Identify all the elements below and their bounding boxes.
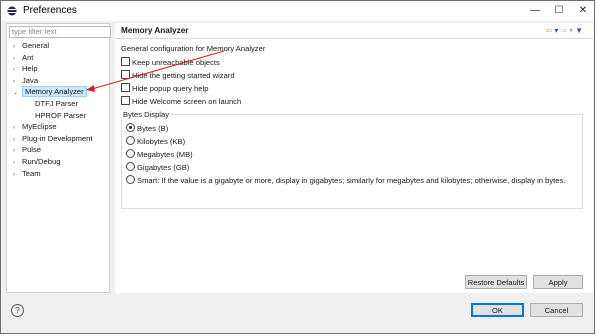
checkbox-label: Hide Welcome screen on launch <box>132 97 242 106</box>
radio-label: Smart: If the value is a gigabyte or mor… <box>137 176 566 185</box>
checkbox-label: Keep unreachable objects <box>132 58 220 67</box>
preference-tree-panel: type filter text › General › Ant › Help › Java ⌄… <box>6 23 111 293</box>
help-icon[interactable]: ? <box>11 304 24 317</box>
tree-item-run-debug[interactable]: › Run/Debug <box>13 156 60 167</box>
radio-option[interactable]: Bytes (B) <box>126 123 168 134</box>
ok-button[interactable]: OK <box>471 303 524 317</box>
window-title: Preferences <box>23 5 77 16</box>
page-navigation: ⇦▾⇨▾▼ <box>546 26 585 35</box>
tree-item-label: HPROF Parser <box>35 110 87 120</box>
tree-item-label: DTFJ Parser <box>35 99 79 108</box>
close-button[interactable]: ✕ <box>571 1 595 21</box>
page-title: Memory Analyzer <box>121 26 189 35</box>
cancel-button[interactable]: Cancel <box>530 303 583 317</box>
apply-button[interactable]: Apply <box>533 275 583 289</box>
tree-item-label: Memory Analyzer <box>22 86 87 98</box>
tree-item-general[interactable]: › General <box>13 40 49 51</box>
radio-option[interactable]: Gigabytes (GB) <box>126 162 189 173</box>
radio-button[interactable] <box>126 123 135 132</box>
expanded-chevron-icon[interactable]: ⌄ <box>13 88 22 99</box>
tree-item-plug-in-development[interactable]: › Plug-in Development <box>13 133 93 144</box>
page-description: General configuration for Memory Analyze… <box>121 44 266 53</box>
tree-item-label: Help <box>22 64 38 74</box>
filter-input[interactable]: type filter text <box>9 26 111 38</box>
radio-option[interactable]: Smart: If the value is a gigabyte or mor… <box>126 175 565 186</box>
tree-item-memory-analyzer[interactable]: ⌄ Memory Analyzer <box>13 86 87 99</box>
checkbox-option[interactable]: Hide Welcome screen on launch <box>121 96 241 106</box>
tree-item-label: Team <box>22 168 41 178</box>
tree-item-ant[interactable]: › Ant <box>13 52 33 63</box>
checkbox-box[interactable] <box>121 70 130 79</box>
title-bar[interactable]: Preferences — ☐ ✕ <box>1 1 594 21</box>
tree-item-pulse[interactable]: › Pulse <box>13 144 41 155</box>
tree-item-label: Ant <box>22 52 34 62</box>
checkbox-box[interactable] <box>121 83 130 92</box>
tree-item-dtfj-parser[interactable]: DTFJ Parser <box>35 98 78 109</box>
preferences-window: Preferences — ☐ ✕ type filter text › Gene… <box>0 0 595 334</box>
header-separator <box>115 38 593 39</box>
tree-item-label: Pulse <box>22 145 41 155</box>
radio-button[interactable] <box>126 149 135 158</box>
preference-page: Memory Analyzer ⇦▾⇨▾▼ General configurat… <box>115 23 593 293</box>
restore-defaults-button[interactable]: Restore Defaults <box>465 275 527 289</box>
tree-item-label: General <box>22 41 50 50</box>
maximize-button[interactable]: ☐ <box>547 1 571 21</box>
collapsed-chevron-icon[interactable]: › <box>13 170 22 181</box>
radio-label: Bytes (B) <box>137 124 169 133</box>
eclipse-app-icon <box>7 6 17 16</box>
checkbox-label: Hide popup query help <box>132 84 209 93</box>
tree-item-label: Run/Debug <box>22 157 61 166</box>
radio-label: Kilobytes (KB) <box>137 137 186 146</box>
minimize-button[interactable]: — <box>523 1 547 21</box>
radio-button[interactable] <box>126 136 135 145</box>
forward-arrow-icon[interactable]: ⇨ <box>560 26 569 35</box>
view-menu-icon[interactable]: ▼ <box>575 26 585 35</box>
radio-button[interactable] <box>126 175 135 184</box>
radio-option[interactable]: Kilobytes (KB) <box>126 136 185 147</box>
tree-item-myeclipse[interactable]: › MyEclipse <box>13 121 57 132</box>
radio-label: Gigabytes (GB) <box>137 163 190 172</box>
tree-item-java[interactable]: › Java <box>13 75 38 86</box>
tree-item-help[interactable]: › Help <box>13 63 38 74</box>
bytes-display-label: Bytes Display <box>121 110 172 119</box>
checkbox-option[interactable]: Hide popup query help <box>121 83 208 93</box>
tree-item-team[interactable]: › Team <box>13 168 41 179</box>
radio-label: Megabytes (MB) <box>137 150 193 159</box>
radio-button[interactable] <box>126 162 135 171</box>
bytes-display-group: Bytes (B) Kilobytes (KB) Megabytes (MB) Gig… <box>121 114 583 209</box>
tree-item-label: MyEclipse <box>22 122 57 132</box>
tree-item-label: Java <box>22 75 39 85</box>
tree-item-hprof-parser[interactable]: HPROF Parser <box>35 110 86 121</box>
radio-option[interactable]: Megabytes (MB) <box>126 149 193 160</box>
checkbox-box[interactable] <box>121 96 130 105</box>
checkbox-option[interactable]: Hide the getting started wizard <box>121 70 235 80</box>
tree-item-label: Plug-in Development <box>22 133 93 143</box>
checkbox-option[interactable]: Keep unreachable objects <box>121 57 220 67</box>
checkbox-box[interactable] <box>121 57 130 66</box>
checkbox-label: Hide the getting started wizard <box>132 71 235 80</box>
